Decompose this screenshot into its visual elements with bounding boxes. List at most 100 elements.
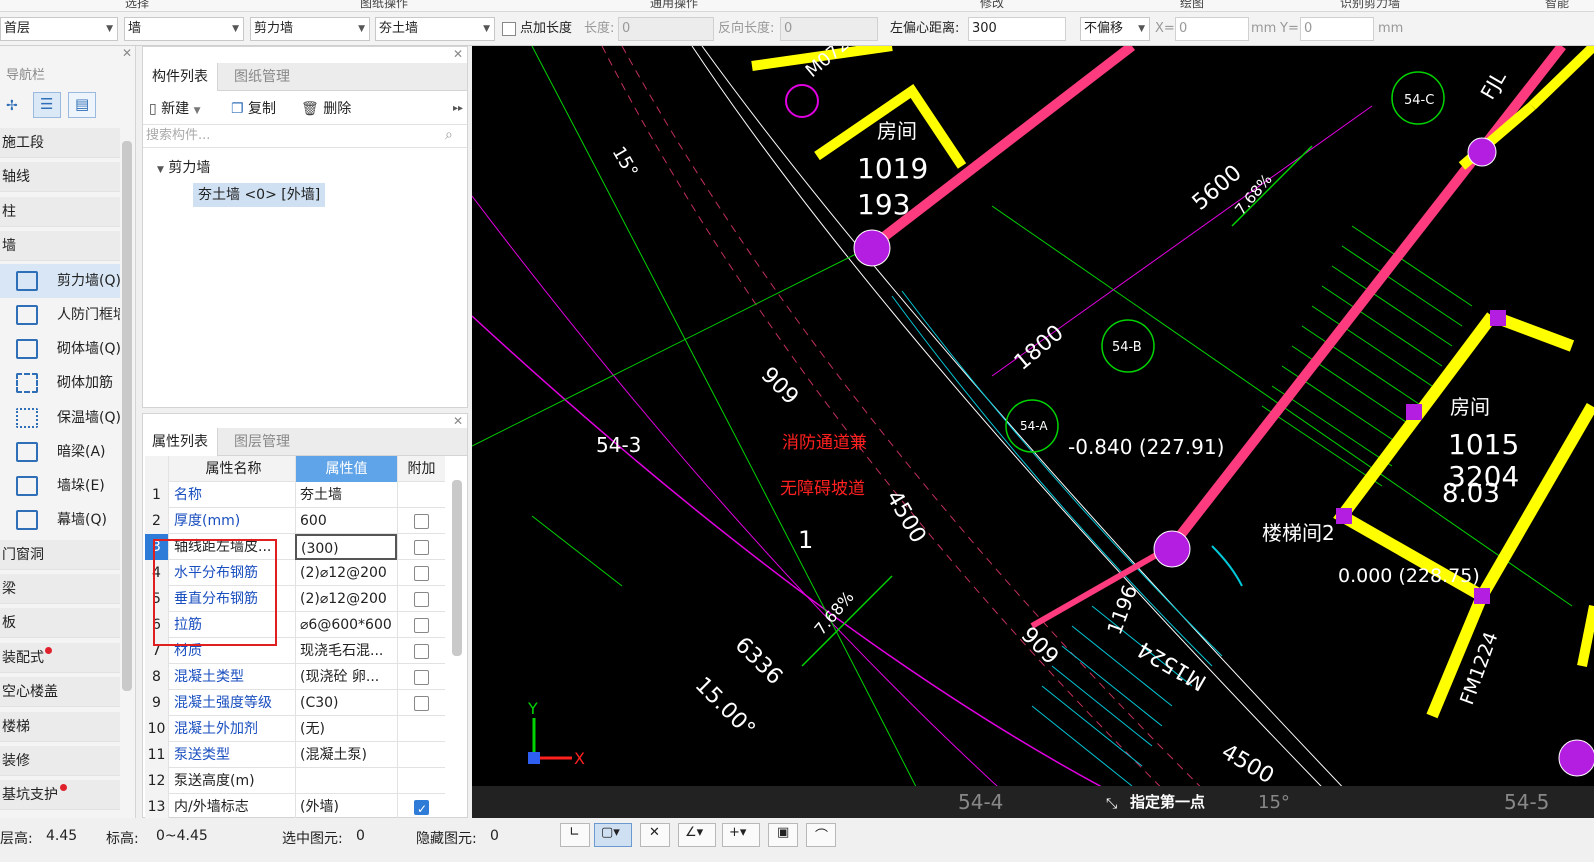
property-value[interactable]: (现浇砼 卵... <box>295 664 397 690</box>
property-value[interactable]: ⌀6@600*600 <box>295 612 397 638</box>
property-value[interactable] <box>295 768 397 794</box>
property-value[interactable]: 现浇毛石混... <box>295 638 397 664</box>
property-value[interactable]: (无) <box>295 716 397 742</box>
property-value[interactable]: (C30) <box>295 690 397 716</box>
property-row[interactable]: 1 名称 夯土墙 <box>145 482 445 508</box>
property-row[interactable]: 2 厚度(mm) 600 <box>145 508 445 534</box>
wall-segment[interactable] <box>868 46 1136 250</box>
nav-category-stairs[interactable]: 楼梯 <box>0 712 120 742</box>
extra-checkbox[interactable] <box>414 566 429 581</box>
properties-scrollbar[interactable] <box>452 480 462 656</box>
nav-category-construction-segment[interactable]: 施工段 <box>0 128 120 158</box>
reverse-length-input[interactable]: 0 <box>780 17 878 41</box>
property-value[interactable]: (2)⌀12@200 <box>295 586 397 612</box>
extra-checkbox[interactable] <box>414 514 429 529</box>
nav-category-column[interactable]: 柱 <box>0 197 120 227</box>
point-length-checkbox[interactable] <box>502 22 516 36</box>
pin-icon[interactable]: ✢ <box>6 98 18 114</box>
nav-category-slab[interactable]: 板 <box>0 608 120 638</box>
cad-drawing[interactable]: M0721 房间 1019 193 15° 5600 7.68% 54-C FJ… <box>472 46 1594 818</box>
nav-category-wall[interactable]: 墙 <box>0 231 120 261</box>
property-row[interactable]: 11 泵送类型 (混凝土泵) <box>145 742 445 768</box>
property-row[interactable]: 10 混凝土外加剂 (无) <box>145 716 445 742</box>
property-value[interactable]: (外墙) <box>295 794 397 820</box>
column-node[interactable] <box>1558 739 1594 777</box>
copy-button[interactable]: ❐ 复制 <box>231 99 276 119</box>
ribbon-label[interactable]: 修改 <box>980 0 1004 11</box>
nav-category-openings[interactable]: 门窗洞 <box>0 540 120 570</box>
property-value[interactable]: 夯土墙 <box>295 482 397 508</box>
close-icon[interactable]: ✕ <box>122 46 132 60</box>
delete-button[interactable]: 🗑 删除 <box>301 99 351 119</box>
column-node[interactable] <box>1490 310 1506 326</box>
display-button[interactable]: ▣ <box>768 823 798 847</box>
left-offset-input[interactable]: 300 <box>968 17 1066 41</box>
snap-toggle-button[interactable]: ▢▾ <box>594 823 632 847</box>
close-icon[interactable]: ✕ <box>453 414 463 428</box>
extra-checkbox[interactable] <box>414 696 429 711</box>
property-row[interactable]: 13 内/外墙标志 (外墙) ✓ <box>145 794 445 820</box>
detail-view-icon[interactable]: ▤ <box>68 92 96 118</box>
tab-drawing-management[interactable]: 图纸管理 <box>225 63 299 91</box>
x-input[interactable]: 0 <box>1175 17 1249 41</box>
nav-item-hidden-beam[interactable]: 暗梁(A) <box>0 435 120 469</box>
extra-checkbox[interactable]: ✓ <box>414 800 429 816</box>
y-input[interactable]: 0 <box>1300 17 1374 41</box>
property-row[interactable]: 8 混凝土类型 (现浇砼 卵... <box>145 664 445 690</box>
search-icon[interactable]: ⌕ <box>445 127 453 143</box>
ortho-toggle-button[interactable]: ∟ <box>560 823 590 847</box>
nav-item-civil-defense-door-wall[interactable]: 人防门框墙 <box>0 298 120 332</box>
category-select[interactable]: 墙 ▼ <box>124 17 244 41</box>
ribbon-label[interactable]: 绘图 <box>1180 0 1204 11</box>
nav-item-wall-pier[interactable]: 墙垛(E) <box>0 469 120 503</box>
new-button[interactable]: ▯ 新建 ▼ <box>149 99 201 119</box>
nav-item-masonry-wall[interactable]: 砌体墙(Q) <box>0 332 120 366</box>
angle-toggle-button[interactable]: ∠▾ <box>678 823 716 847</box>
component-select[interactable]: 夯土墙 ▼ <box>375 17 495 41</box>
extra-checkbox[interactable] <box>414 644 429 659</box>
property-value[interactable]: (混凝土泵) <box>295 742 397 768</box>
offset-mode-select[interactable]: 不偏移 ▼ <box>1080 17 1150 41</box>
tree-node-rammed-earth-wall[interactable]: 夯土墙 <0> [外墙] <box>193 183 326 207</box>
nav-category-decoration[interactable]: 装修 <box>0 746 120 776</box>
property-row[interactable]: 12 泵送高度(m) <box>145 768 445 794</box>
nav-item-insulation-wall[interactable]: 保温墙(Q) <box>0 401 120 435</box>
ribbon-label[interactable]: 选择 <box>125 0 149 11</box>
nav-category-axis[interactable]: 轴线 <box>0 162 120 192</box>
cad-drawing-canvas[interactable]: M0721 房间 1019 193 15° 5600 7.68% 54-C FJ… <box>472 46 1594 818</box>
nav-item-masonry-rebar[interactable]: 砌体加筋 <box>0 366 120 400</box>
ribbon-label[interactable]: 通用操作 <box>650 0 698 11</box>
column-node[interactable] <box>1336 508 1352 524</box>
column-node[interactable] <box>1406 404 1422 420</box>
type-select[interactable]: 剪力墙 ▼ <box>250 17 370 41</box>
intersect-toggle-button[interactable]: ✕ <box>640 823 670 847</box>
column-node[interactable] <box>1153 530 1191 568</box>
nav-item-shear-wall[interactable]: 剪力墙(Q) <box>0 264 120 298</box>
column-node[interactable] <box>1467 137 1497 167</box>
nav-category-beam[interactable]: 梁 <box>0 574 120 604</box>
floor-select[interactable]: 首层 ▼ <box>0 17 118 41</box>
nav-item-curtain-wall[interactable]: 幕墙(Q) <box>0 503 120 537</box>
property-row[interactable]: 9 混凝土强度等级 (C30) <box>145 690 445 716</box>
property-value[interactable]: (300) <box>295 534 397 560</box>
ribbon-label[interactable]: 智能 <box>1545 0 1569 11</box>
list-view-icon[interactable]: ☰ <box>33 92 61 118</box>
column-node[interactable] <box>1474 588 1490 604</box>
arc-button[interactable]: ⌒ <box>806 823 836 847</box>
nav-category-prefab[interactable]: 装配式 <box>0 643 120 673</box>
tab-component-list[interactable]: 构件列表 <box>143 63 218 91</box>
extra-checkbox[interactable] <box>414 618 429 633</box>
tab-properties[interactable]: 属性列表 <box>143 428 218 456</box>
nav-category-hollow-floor[interactable]: 空心楼盖 <box>0 677 120 707</box>
tree-node-shear-wall[interactable]: ▼ 剪力墙 <box>157 157 210 177</box>
column-node[interactable] <box>853 229 891 267</box>
tab-layer-management[interactable]: 图层管理 <box>225 428 299 456</box>
extra-checkbox[interactable] <box>414 592 429 607</box>
ribbon-label[interactable]: 图纸操作 <box>360 0 408 11</box>
wall-segment[interactable] <box>1577 605 1594 667</box>
length-input[interactable]: 0 <box>618 17 714 41</box>
ribbon-label[interactable]: 识别剪力墙 <box>1340 0 1400 11</box>
nav-scrollbar[interactable] <box>122 141 132 691</box>
more-icon[interactable]: ▸▸ <box>453 99 463 119</box>
dynamic-input-button[interactable]: +▾ <box>722 823 760 847</box>
